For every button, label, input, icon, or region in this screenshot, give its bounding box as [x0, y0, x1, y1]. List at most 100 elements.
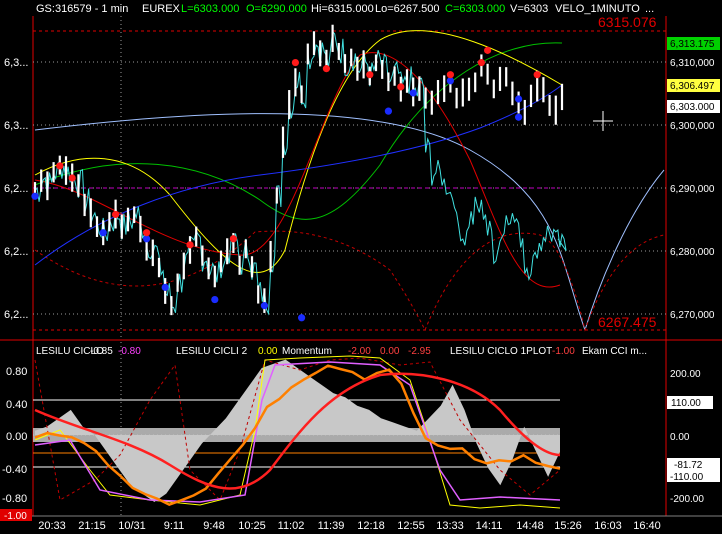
- lower-left-axis: 0.80 0.40 0.00 -0.40 -0.80 -1.00: [0, 366, 32, 522]
- x-axis-label: 9:48: [203, 520, 224, 532]
- red-dashed-cycle: [34, 230, 426, 331]
- header-high: Hi=6315.000: [311, 3, 374, 15]
- blue-dot: [409, 89, 417, 97]
- x-axis-label: 12:18: [357, 520, 385, 532]
- lightblue-cycle-curve: [34, 113, 586, 331]
- blue-dot: [161, 283, 169, 291]
- red-dot: [291, 58, 299, 67]
- legend-item: -2.95: [408, 346, 431, 357]
- blue-dot: [384, 107, 392, 115]
- header-bar: GS:316579 - 1 min EUREX L=6303.000 O=629…: [36, 3, 654, 15]
- red-dot: [397, 83, 405, 91]
- badge-yellow: 6,306.497: [670, 81, 715, 92]
- x-axis-label: 9:11: [164, 520, 185, 532]
- lower-plots: [33, 355, 561, 509]
- legend-item: -0.85: [90, 346, 113, 357]
- lower-legend: LESILU CICLO-0.85 -0.80 LESILU CICLI 2 0.00…: [36, 346, 647, 357]
- x-axis-label: 16:03: [594, 520, 622, 532]
- header-symbol: GS:316579 - 1 min: [36, 3, 128, 15]
- legend-item: -1.00: [552, 346, 575, 357]
- high-marker-label: 6315.076: [598, 14, 657, 30]
- blue-dot: [31, 192, 39, 200]
- osc-tick: -0.80: [2, 493, 27, 505]
- x-axis-label: 15:26: [554, 520, 582, 532]
- x-axis-label: 16:40: [633, 520, 661, 532]
- legend-item: LESILU CICLO 1PLOT: [450, 346, 552, 357]
- red-dot: [229, 235, 237, 243]
- badge-110: 110.00: [671, 398, 701, 409]
- x-axis-label: 10/31: [118, 520, 146, 532]
- legend-item: Ekam CCI m...: [582, 346, 647, 357]
- header-close: C=6303.000: [445, 3, 505, 15]
- x-axis-label: 10:25: [238, 520, 266, 532]
- left-tick: 6,3...: [4, 57, 28, 69]
- x-axis-label: 11:39: [318, 520, 345, 532]
- blue-dot: [260, 302, 268, 310]
- right-tick: 6,310,000: [670, 58, 715, 69]
- left-tick: 6,2...: [4, 246, 28, 258]
- x-axis-label: 14:11: [476, 520, 503, 532]
- blue-line: [34, 84, 563, 266]
- header-low: L=6303.000: [181, 3, 239, 15]
- legend-item: Momentum: [282, 346, 332, 357]
- header-lo: Lo=6267.500: [375, 3, 440, 15]
- legend-item: LESILU CICLI 2: [176, 346, 248, 357]
- legend-item: -0.80: [118, 346, 141, 357]
- x-axis-label: 14:48: [516, 520, 544, 532]
- badge-green: 6,313.175: [670, 39, 715, 50]
- x-axis-label: 13:33: [436, 520, 464, 532]
- header-volume: V=6303: [510, 3, 548, 15]
- badge-left: -1.00: [4, 511, 27, 522]
- x-axis-label: 21:15: [78, 520, 106, 532]
- upper-right-axis: 6,310,000 6,300,000 6,290,000 6,280,000 …: [670, 58, 715, 321]
- osc-tick: 0.00: [6, 431, 27, 443]
- osc-tick: -0.40: [2, 464, 27, 476]
- red-dot: [366, 71, 374, 79]
- right-tick: 6,290,000: [670, 184, 715, 195]
- legend-item: 0.00: [380, 346, 400, 357]
- chart-canvas[interactable]: GS:316579 - 1 min EUREX L=6303.000 O=629…: [0, 0, 722, 534]
- red-dot: [446, 71, 454, 79]
- badge-white: 6,303.000: [670, 102, 715, 113]
- left-tick: 6,3...: [4, 120, 28, 132]
- cci-tick: -200.00: [670, 494, 704, 505]
- lightblue-cycle-curve-right: [584, 169, 665, 331]
- upper-badges: 6,313.175 6,306.497 6,303.000: [667, 37, 720, 113]
- blue-dot: [515, 113, 523, 121]
- red-dot: [112, 210, 120, 219]
- upper-left-axis: 6,3... 6,3... 6,2... 6,2... 6,2...: [4, 57, 28, 321]
- red-dot: [484, 46, 492, 54]
- header-open: O=6290.000: [246, 3, 307, 15]
- badge-cci: -81.72: [674, 460, 703, 471]
- cci-tick: 0.00: [670, 432, 690, 443]
- legend-item: 0.00: [258, 346, 278, 357]
- red-dot: [68, 174, 76, 182]
- header-exchange: EUREX: [142, 3, 181, 15]
- blue-dot: [298, 314, 306, 322]
- crosshair-cursor: [593, 111, 613, 131]
- lower-right-axis: 200.00 0.00 -200.00 110.00 -81.72 -110.0…: [667, 369, 720, 505]
- right-tick: 6,280,000: [670, 247, 715, 258]
- red-dot: [143, 229, 151, 237]
- extreme-markers: 6315.076 6267.475: [33, 14, 666, 331]
- red-dot: [533, 71, 541, 79]
- blue-dot: [211, 295, 219, 304]
- osc-tick: 0.80: [6, 366, 27, 378]
- x-axis-label: 12:55: [397, 520, 425, 532]
- right-tick: 6,270,000: [670, 310, 715, 321]
- red-dot: [56, 162, 64, 170]
- right-tick: 6,300,000: [670, 121, 715, 132]
- blue-dot: [99, 229, 107, 237]
- low-marker-label: 6267.475: [598, 314, 657, 330]
- x-axis-label: 11:02: [278, 520, 305, 532]
- x-axis: 20:33 21:15 10/31 9:11 9:48 10:25 11:02 11:39 12…: [38, 520, 661, 532]
- osc-tick: 0.40: [6, 399, 27, 411]
- x-axis-label: 20:33: [38, 520, 66, 532]
- legend-item: -2.00: [348, 346, 371, 357]
- left-tick: 6,2...: [4, 309, 28, 321]
- red-dot: [322, 65, 330, 73]
- blue-dot: [515, 95, 523, 103]
- upper-plots: [31, 24, 665, 332]
- red-dot: [186, 241, 194, 249]
- badge-cci2: -110.00: [670, 472, 704, 483]
